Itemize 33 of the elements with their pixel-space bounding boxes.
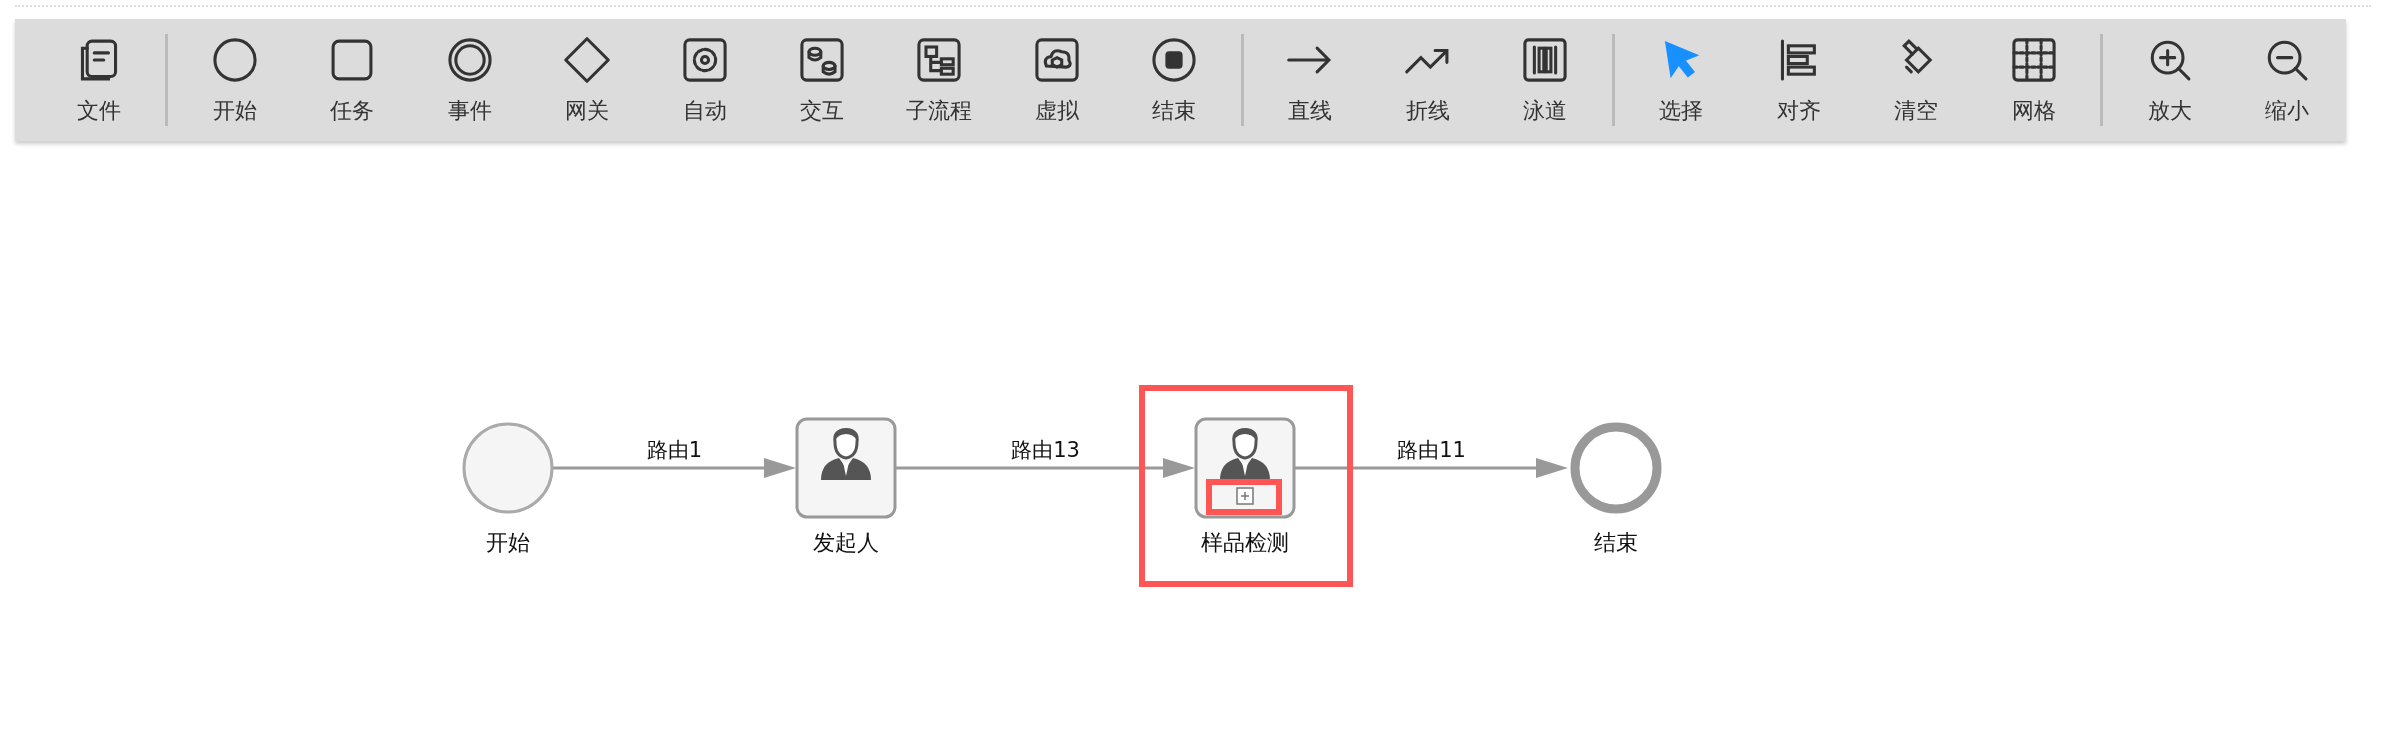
person-icon bbox=[821, 428, 871, 480]
zoomin-tool-button[interactable]: 放大 bbox=[2111, 34, 2229, 126]
align-tool-button[interactable]: 对齐 bbox=[1740, 34, 1858, 126]
line-tool-button[interactable]: 直线 bbox=[1251, 34, 1370, 126]
node-label: 发起人 bbox=[813, 530, 879, 555]
edge-label: 路由13 bbox=[1011, 438, 1080, 462]
start-event-circle[interactable] bbox=[462, 422, 554, 514]
interact-tool-button[interactable]: 交互 bbox=[763, 34, 881, 126]
flow-arrow[interactable] bbox=[896, 458, 1195, 478]
expand-marker-icon[interactable] bbox=[1236, 487, 1254, 505]
clear-tool-button[interactable]: 清空 bbox=[1857, 34, 1975, 126]
node-label: 开始 bbox=[486, 530, 530, 555]
select-tool-button[interactable]: 选择 bbox=[1622, 34, 1741, 126]
virtual-tool-button[interactable]: 虚拟 bbox=[997, 34, 1116, 126]
grid-tool-button[interactable]: 网格 bbox=[1974, 34, 2093, 126]
zoomout-tool-button[interactable]: 缩小 bbox=[2228, 34, 2346, 126]
lane-tool-button[interactable]: 泳道 bbox=[1486, 34, 1604, 126]
flow-arrow[interactable] bbox=[1295, 458, 1568, 478]
start-tool-button[interactable]: 开始 bbox=[176, 34, 294, 126]
file-tool-button[interactable]: 文件 bbox=[40, 34, 158, 126]
gateway-tool-button[interactable]: 网关 bbox=[528, 34, 646, 126]
person-icon bbox=[1220, 428, 1270, 480]
polyline-tool-button[interactable]: 折线 bbox=[1369, 34, 1487, 126]
edge-label: 路由11 bbox=[1397, 438, 1466, 462]
task-tool-button[interactable]: 任务 bbox=[293, 34, 412, 126]
node-label: 样品检测 bbox=[1201, 530, 1289, 555]
end-tool-button[interactable]: 结束 bbox=[1115, 34, 1233, 126]
edge-label: 路由1 bbox=[646, 438, 703, 462]
subflow-tool-button[interactable]: 子流程 bbox=[880, 34, 998, 126]
end-event-circle[interactable] bbox=[1570, 422, 1662, 514]
auto-tool-button[interactable]: 自动 bbox=[645, 34, 764, 126]
event-tool-button[interactable]: 事件 bbox=[411, 34, 529, 126]
node-label: 结束 bbox=[1594, 530, 1638, 555]
